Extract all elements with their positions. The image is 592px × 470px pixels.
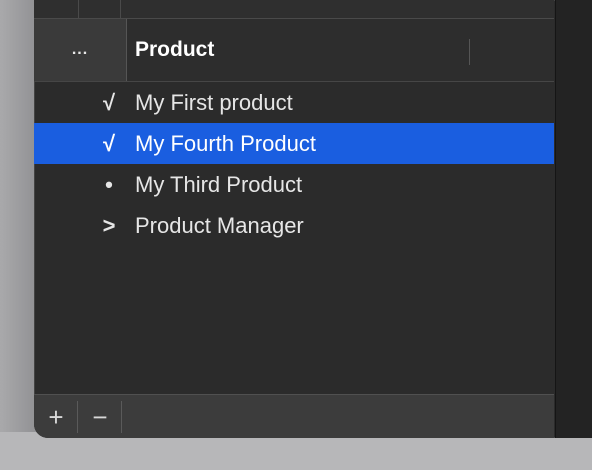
footer-divider bbox=[121, 401, 122, 433]
detail-pane bbox=[555, 0, 592, 438]
product-column-header[interactable]: Product bbox=[135, 19, 214, 81]
remove-item-button[interactable]: − bbox=[80, 395, 120, 438]
column-resize-handle[interactable] bbox=[469, 39, 470, 65]
product-list: √ My First product √ My Fourth Product •… bbox=[34, 82, 554, 246]
top-toolbar-strip bbox=[34, 0, 554, 19]
toolbar-divider bbox=[120, 0, 121, 18]
list-footer: + − bbox=[34, 394, 554, 438]
list-item[interactable]: √ My First product bbox=[34, 82, 554, 123]
checkmark-icon: √ bbox=[102, 89, 116, 115]
toolbar-divider bbox=[78, 0, 79, 18]
column-options-button[interactable]: ... bbox=[34, 19, 126, 81]
chevron-right-icon: > bbox=[102, 212, 116, 238]
list-item-label: My Third Product bbox=[135, 172, 303, 197]
checkmark-icon: √ bbox=[102, 130, 116, 156]
column-divider bbox=[126, 19, 127, 81]
list-item[interactable]: • My Third Product bbox=[34, 164, 554, 205]
product-list-window: ... Product √ My First product √ My Four… bbox=[34, 0, 592, 438]
footer-divider bbox=[77, 401, 78, 433]
list-item-selected[interactable]: √ My Fourth Product bbox=[34, 123, 554, 164]
bullet-icon: • bbox=[105, 171, 113, 197]
add-item-button[interactable]: + bbox=[36, 395, 76, 438]
list-item-label: My First product bbox=[135, 90, 293, 115]
list-item[interactable]: > Product Manager bbox=[34, 205, 554, 246]
table-header: ... Product bbox=[34, 19, 554, 82]
list-item-label: My Fourth Product bbox=[135, 131, 316, 156]
list-item-label: Product Manager bbox=[135, 213, 304, 238]
